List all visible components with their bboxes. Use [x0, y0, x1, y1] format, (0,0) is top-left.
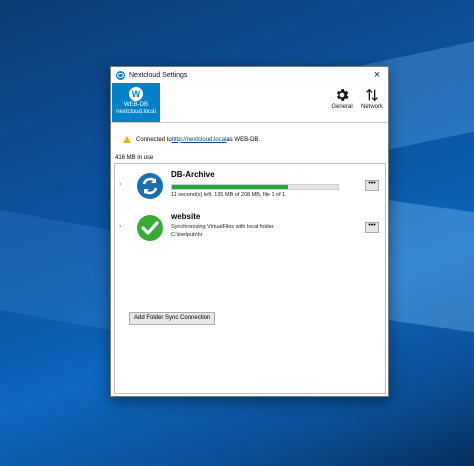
server-link[interactable]: http://nextcloud.local	[172, 137, 227, 143]
toolbar-divider	[111, 122, 388, 123]
folder-list: › DB-Archive 11 second(s) left, 135 MB o…	[114, 163, 386, 394]
settings-window: Nextcloud Settings × W WEB-DB nextcloud.…	[110, 66, 389, 397]
gear-icon	[336, 89, 349, 101]
sync-status: Synchronizing VirtualFiles with local fo…	[171, 224, 274, 230]
status-suffix: as WEB-DB.	[226, 136, 261, 143]
network-label: Network	[360, 104, 383, 110]
close-button[interactable]: ×	[370, 68, 384, 82]
connection-status: Connected to http://nextcloud.local as W…	[123, 136, 260, 143]
sync-detail: 11 second(s) left, 135 MB of 208 MB, fil…	[171, 192, 286, 198]
chevron-right-icon[interactable]: ›	[119, 181, 121, 188]
folder-name: website	[171, 212, 201, 221]
toolbar: W WEB-DB nextcloud.local General Network	[111, 83, 390, 123]
network-arrows-icon	[366, 88, 378, 102]
add-folder-button[interactable]: Add Folder Sync Connection	[129, 312, 216, 325]
nextcloud-logo-icon	[116, 70, 125, 80]
account-tab[interactable]: W WEB-DB nextcloud.local	[112, 83, 160, 123]
account-name: WEB-DB	[124, 102, 148, 108]
folder-row[interactable]: › website Synchronizing VirtualFiles wit…	[115, 210, 385, 252]
folder-menu-button[interactable]: •••	[365, 180, 379, 191]
folder-row[interactable]: › DB-Archive 11 second(s) left, 135 MB o…	[115, 168, 385, 204]
network-button[interactable]: Network	[354, 85, 390, 119]
status-prefix: Connected to	[136, 136, 172, 143]
account-host: nextcloud.local	[116, 109, 156, 115]
chevron-right-icon[interactable]: ›	[119, 223, 121, 230]
title-bar[interactable]: Nextcloud Settings ×	[111, 67, 388, 83]
check-icon	[137, 215, 163, 241]
avatar: W	[129, 87, 143, 101]
sync-progress-fill	[172, 185, 289, 189]
folder-name: DB-Archive	[171, 170, 215, 179]
folder-path: C:\inetpub\hr	[171, 232, 203, 238]
window-title: Nextcloud Settings	[129, 71, 188, 79]
lock-warning-icon	[123, 136, 131, 143]
folder-menu-button[interactable]: •••	[365, 222, 379, 233]
sync-progress-bar	[171, 184, 339, 190]
quota-text: 416 MB in use	[115, 155, 154, 161]
desktop-light-beam	[0, 210, 110, 330]
sync-icon	[137, 173, 163, 199]
